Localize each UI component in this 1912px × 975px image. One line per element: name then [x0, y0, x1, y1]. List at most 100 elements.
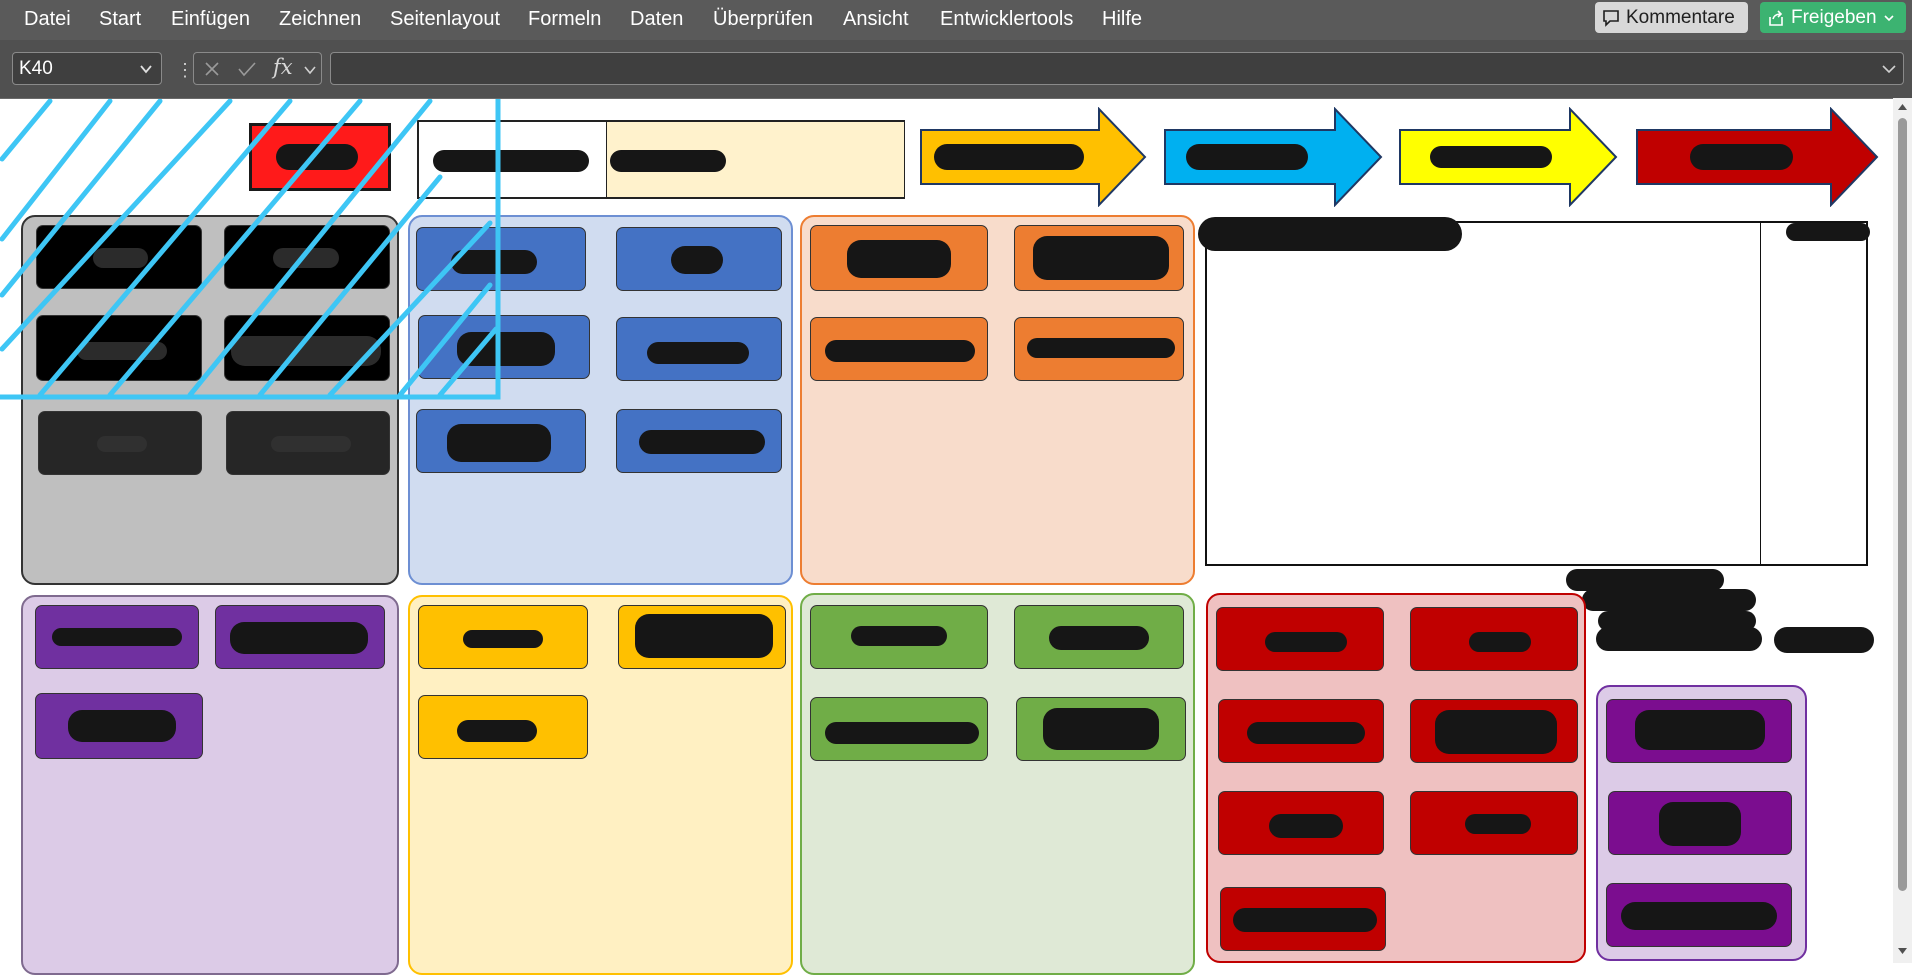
redacted-label — [1027, 338, 1175, 358]
arrow-yellow[interactable] — [1397, 107, 1619, 207]
redacted-label — [463, 630, 543, 648]
purple-tile[interactable] — [215, 605, 385, 669]
redacted-label — [639, 430, 765, 454]
black-tile[interactable] — [36, 225, 202, 289]
panel-violet — [1596, 685, 1807, 961]
menu-daten[interactable]: Daten — [630, 8, 683, 31]
redacted-label — [1435, 710, 1557, 754]
vertical-scrollbar[interactable] — [1893, 98, 1912, 963]
kommentare-label: Kommentare — [1626, 6, 1735, 28]
arrow-orange[interactable] — [918, 107, 1148, 207]
redacted-label — [1582, 589, 1756, 611]
gold-tile[interactable] — [618, 605, 786, 669]
gold-tile[interactable] — [418, 605, 588, 669]
arrow-red[interactable] — [1634, 107, 1880, 207]
cancel-icon[interactable] — [204, 61, 220, 77]
chevron-down-icon[interactable] — [303, 64, 317, 76]
red-tile[interactable] — [1410, 791, 1578, 855]
green-tile[interactable] — [810, 697, 988, 761]
blue-tile[interactable] — [616, 409, 782, 473]
redacted-label — [77, 342, 167, 360]
menu-bar: Datei Start Einfügen Zeichnen Seitenlayo… — [0, 0, 1912, 40]
redacted-label — [273, 248, 339, 268]
violet-tile[interactable] — [1608, 791, 1792, 855]
redacted-label — [93, 248, 148, 268]
scroll-up-icon[interactable] — [1897, 102, 1908, 112]
chevron-down-icon[interactable] — [1881, 63, 1897, 75]
black-tile[interactable] — [224, 315, 390, 381]
arrow-blue[interactable] — [1162, 107, 1384, 207]
violet-tile[interactable] — [1606, 883, 1792, 947]
red-tile[interactable] — [1218, 699, 1384, 763]
redacted-label — [1265, 632, 1347, 652]
redacted-label — [1198, 217, 1462, 251]
menu-start[interactable]: Start — [99, 8, 141, 31]
red-tile[interactable] — [1410, 607, 1578, 671]
redacted-label — [1269, 814, 1343, 838]
worksheet[interactable] — [0, 98, 1893, 975]
red-tile[interactable] — [1218, 791, 1384, 855]
purple-tile[interactable] — [35, 605, 199, 669]
menu-entwicklertools[interactable]: Entwicklertools — [940, 8, 1073, 31]
redacted-label — [847, 240, 951, 278]
menu-ueberpruefen[interactable]: Überprüfen — [713, 8, 813, 31]
menu-zeichnen[interactable]: Zeichnen — [279, 8, 361, 31]
blue-tile[interactable] — [416, 409, 586, 473]
violet-tile[interactable] — [1606, 699, 1792, 763]
orange-tile[interactable] — [1014, 317, 1184, 381]
redacted-label — [851, 626, 947, 646]
redacted-label — [447, 424, 551, 462]
panel-lavender — [21, 595, 399, 975]
orange-tile[interactable] — [810, 225, 988, 291]
name-box-value: K40 — [19, 58, 53, 79]
black-tile[interactable] — [36, 315, 202, 381]
more-options-icon[interactable]: ⋮ — [176, 60, 194, 81]
gold-tile[interactable] — [418, 695, 588, 759]
redacted-label — [451, 250, 537, 274]
black-tile[interactable] — [224, 225, 390, 289]
enter-icon[interactable] — [237, 61, 257, 77]
red-tile[interactable] — [1220, 887, 1386, 951]
redacted-label — [271, 436, 351, 452]
freigeben-button[interactable]: Freigeben — [1760, 2, 1906, 33]
red-tile[interactable] — [1410, 699, 1578, 763]
dark-tile[interactable] — [226, 411, 390, 475]
menu-einfuegen[interactable]: Einfügen — [171, 8, 250, 31]
orange-tile[interactable] — [810, 317, 988, 381]
menu-datei[interactable]: Datei — [24, 8, 71, 31]
green-tile[interactable] — [810, 605, 988, 669]
purple-tile[interactable] — [35, 693, 203, 759]
redacted-label — [647, 342, 749, 364]
chevron-down-icon[interactable] — [139, 63, 153, 75]
redacted-label — [1233, 908, 1377, 932]
menu-hilfe[interactable]: Hilfe — [1102, 8, 1142, 31]
blue-tile[interactable] — [616, 227, 782, 291]
redacted-label — [230, 622, 368, 654]
redacted-label — [1049, 626, 1149, 650]
scroll-down-icon[interactable] — [1897, 946, 1908, 956]
blue-tile[interactable] — [418, 315, 590, 379]
menu-formeln[interactable]: Formeln — [528, 8, 601, 31]
name-box[interactable]: K40 — [12, 52, 162, 85]
table-divider — [1760, 223, 1761, 564]
dark-tile[interactable] — [38, 411, 202, 475]
function-icon[interactable]: fx — [273, 55, 293, 79]
panel-green — [800, 593, 1195, 975]
formula-input[interactable] — [330, 52, 1904, 85]
scrollbar-thumb[interactable] — [1898, 118, 1907, 891]
panel-gold — [408, 595, 793, 975]
menu-seitenlayout[interactable]: Seitenlayout — [390, 8, 500, 31]
menu-ansicht[interactable]: Ansicht — [843, 8, 909, 31]
red-shape[interactable] — [249, 123, 391, 191]
chevron-down-icon — [1883, 14, 1894, 21]
green-tile[interactable] — [1014, 605, 1184, 669]
redacted-label — [97, 436, 147, 452]
kommentare-button[interactable]: Kommentare — [1595, 2, 1748, 33]
redacted-label — [1621, 902, 1777, 930]
blue-tile[interactable] — [416, 227, 586, 291]
redacted-label — [825, 340, 975, 362]
red-tile[interactable] — [1216, 607, 1384, 671]
green-tile[interactable] — [1016, 697, 1186, 761]
orange-tile[interactable] — [1014, 225, 1184, 291]
blue-tile[interactable] — [616, 317, 782, 381]
